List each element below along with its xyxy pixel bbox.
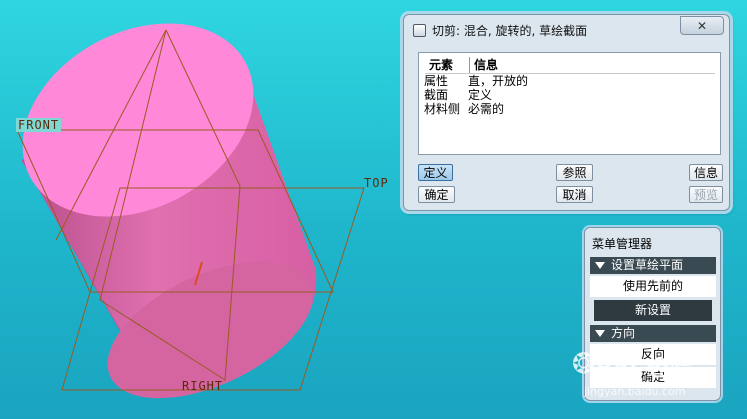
column-header-element[interactable]: 元素	[425, 57, 470, 73]
datum-label-top: TOP	[364, 176, 389, 190]
element-table[interactable]: 元素 信息 属性 直，开放的 截面 定义 材料侧 必需的	[418, 52, 721, 155]
cut-dialog: 切剪: 混合, 旋转的, 草绘截面 ✕ 元素 信息 属性 直，开放的 截面 定义…	[403, 14, 730, 211]
cell-element: 截面	[424, 88, 449, 102]
cell-info: 必需的	[468, 102, 505, 116]
cancel-button[interactable]: 取消	[556, 186, 593, 203]
table-row[interactable]: 截面 定义	[424, 88, 720, 102]
menu-section-label: 方向	[611, 326, 636, 340]
column-header-info[interactable]: 信息	[470, 57, 498, 73]
info-button[interactable]: 信息	[689, 164, 723, 181]
cell-element: 材料侧	[424, 102, 461, 116]
reference-button[interactable]: 参照	[556, 164, 593, 181]
menu-section-direction[interactable]: 方向	[590, 325, 716, 342]
menu-item-okay[interactable]: 确定	[590, 367, 716, 388]
ok-button[interactable]: 确定	[418, 186, 455, 203]
preview-button[interactable]: 预览	[689, 186, 723, 203]
table-header: 元素 信息	[425, 57, 715, 74]
menu-item-new-setup[interactable]: 新设置	[594, 300, 712, 321]
menu-item-flip[interactable]: 反向	[590, 344, 716, 365]
datum-label-right: RIGHT	[182, 379, 224, 393]
table-row[interactable]: 材料侧 必需的	[424, 102, 720, 116]
menu-manager: 菜单管理器 设置草绘平面 使用先前的 新设置 方向 反向 确定	[584, 227, 721, 401]
triangle-down-icon	[595, 330, 605, 337]
dialog-title: 切剪: 混合, 旋转的, 草绘截面	[432, 23, 588, 38]
menu-manager-title: 菜单管理器	[592, 237, 653, 251]
triangle-down-icon	[595, 262, 605, 269]
close-icon: ✕	[696, 18, 708, 33]
cell-info: 定义	[468, 88, 493, 102]
menu-section-sketch-plane[interactable]: 设置草绘平面	[590, 257, 716, 274]
window-icon	[413, 23, 426, 37]
cell-element: 属性	[424, 74, 449, 88]
menu-section-label: 设置草绘平面	[611, 258, 684, 272]
menu-item-use-previous[interactable]: 使用先前的	[590, 276, 716, 297]
define-button[interactable]: 定义	[418, 164, 453, 181]
table-row[interactable]: 属性 直，开放的	[424, 74, 720, 88]
cell-info: 直，开放的	[468, 74, 529, 88]
close-button[interactable]: ✕	[680, 16, 724, 35]
datum-label-front: FRONT	[16, 118, 62, 132]
